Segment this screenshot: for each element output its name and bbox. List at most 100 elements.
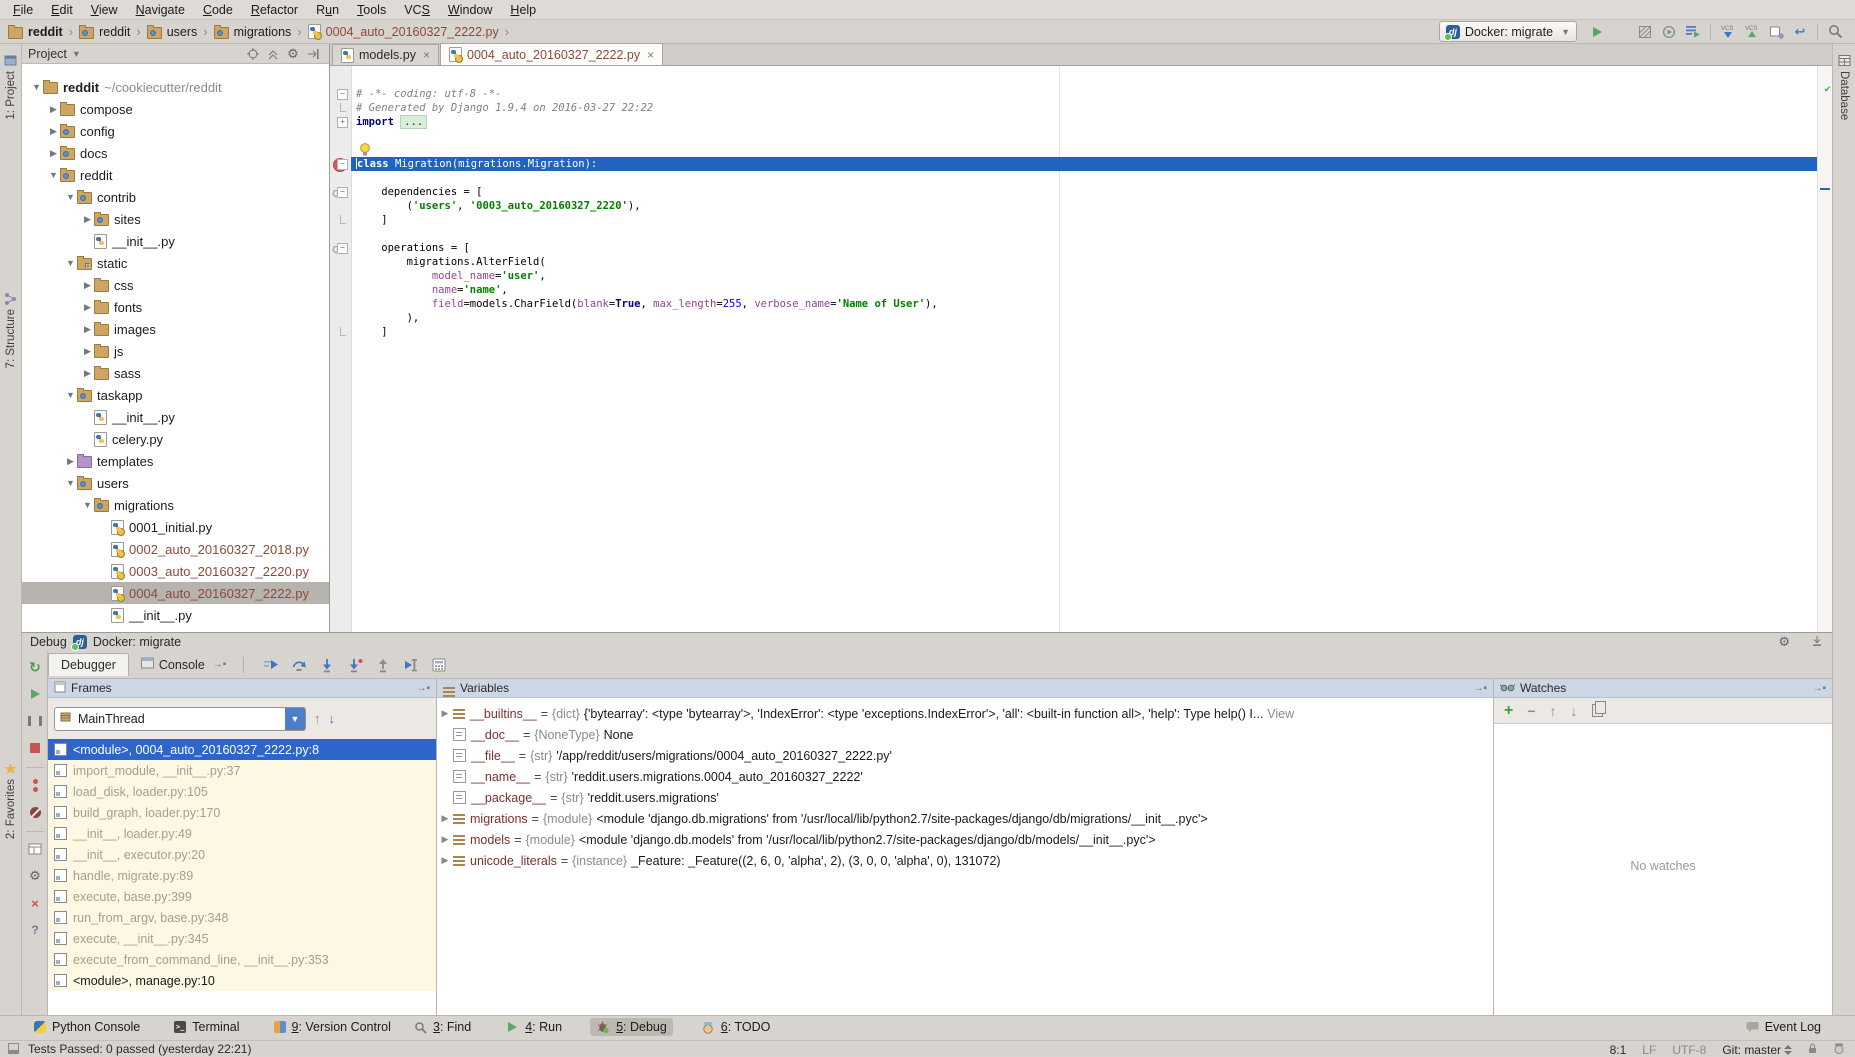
status-message[interactable]: Tests Passed: 0 passed (yesterday 22:21) <box>28 1042 251 1056</box>
variable-row[interactable]: ▶unicode_literals={instance}_Feature: _F… <box>437 850 1493 871</box>
run-button[interactable] <box>1585 21 1609 43</box>
chevron-down-icon[interactable]: ▼ <box>47 170 60 180</box>
pause-button[interactable] <box>22 709 48 733</box>
chevron-right-icon[interactable]: ▶ <box>47 104 60 115</box>
gutter-cell[interactable] <box>330 213 351 227</box>
frame-row[interactable]: <module>, 0004_auto_20160327_2222.py:8 <box>48 739 436 760</box>
chevron-right-icon[interactable]: ▶ <box>64 456 77 467</box>
frame-row[interactable]: execute, base.py:399 <box>48 886 436 907</box>
tree-item[interactable]: __init__.py <box>22 604 329 626</box>
code-line[interactable]: ), <box>330 311 1818 325</box>
breadcrumb-item[interactable]: migrations <box>214 25 292 39</box>
gutter-cell[interactable]: − <box>330 157 351 171</box>
frame-row[interactable]: __init__, executor.py:20 <box>48 844 436 865</box>
next-frame-button[interactable]: ↓ <box>329 711 336 726</box>
gutter-cell[interactable] <box>330 255 351 269</box>
rerun-button[interactable]: ↻ <box>22 655 48 679</box>
tree-item[interactable]: 0002_auto_20160327_2018.py <box>22 538 329 560</box>
tree-item[interactable]: 0003_auto_20160327_2220.py <box>22 560 329 582</box>
close-icon[interactable]: × <box>647 48 654 62</box>
float-icon[interactable]: →▪ <box>1812 683 1826 694</box>
run-task-button[interactable] <box>1681 21 1705 43</box>
tool-window-bar-event-log[interactable]: Event Log <box>1740 1018 1827 1036</box>
fold-minus-icon[interactable]: − <box>337 159 348 170</box>
step-over-button[interactable] <box>287 654 311 676</box>
step-into-button[interactable] <box>315 654 339 676</box>
tree-item[interactable]: ▼contrib <box>22 186 329 208</box>
float-icon[interactable]: →▪ <box>1473 683 1487 694</box>
tool-window-bar-5-debug[interactable]: 5: Debug <box>590 1018 673 1036</box>
frame-row[interactable]: <module>, manage.py:10 <box>48 970 436 991</box>
menu-run[interactable]: Run <box>307 2 348 18</box>
frame-row[interactable]: import_module, __init__.py:37 <box>48 760 436 781</box>
tree-item[interactable]: __init__.py <box>22 230 329 252</box>
gutter-cell[interactable] <box>330 311 351 325</box>
hide-panel-button[interactable] <box>303 47 323 61</box>
editor-tab[interactable]: models.py× <box>332 44 439 65</box>
menu-tools[interactable]: Tools <box>348 2 395 18</box>
move-watch-up-button[interactable]: ↑ <box>1550 703 1557 719</box>
run-to-cursor-button[interactable] <box>399 654 423 676</box>
code-line[interactable] <box>330 171 1818 185</box>
fold-plus-icon[interactable]: + <box>337 117 348 128</box>
frame-row[interactable]: __init__, loader.py:49 <box>48 823 436 844</box>
tree-item[interactable]: 0004_auto_20160327_2222.py <box>22 582 329 604</box>
frame-row[interactable]: execute_from_command_line, __init__.py:3… <box>48 949 436 970</box>
variable-row[interactable]: ▶migrations={module}<module 'django.db.m… <box>437 808 1493 829</box>
tree-item[interactable]: __init__.py <box>22 406 329 428</box>
project-panel-title[interactable]: Project <box>28 47 67 61</box>
move-watch-down-button[interactable]: ↓ <box>1571 703 1578 719</box>
tree-item[interactable]: ▼users <box>22 472 329 494</box>
expand-arrow-icon[interactable]: ▶ <box>437 708 453 719</box>
tool-window-button-database[interactable]: Database <box>1833 54 1855 120</box>
code-line[interactable]: field=models.CharField(blank=True, max_l… <box>330 297 1818 311</box>
previous-frame-button[interactable]: ↑ <box>314 711 321 726</box>
float-icon[interactable]: →▪ <box>416 683 430 694</box>
toggle-tool-windows-icon[interactable] <box>8 1043 19 1057</box>
gutter-cell[interactable] <box>330 269 351 283</box>
menu-vcs[interactable]: VCS <box>395 2 439 18</box>
run-configuration-select[interactable]: dj Docker: migrate ▼ <box>1439 21 1577 42</box>
chevron-right-icon[interactable]: ▶ <box>81 346 94 357</box>
settings-button[interactable]: ⚙ <box>22 864 48 888</box>
variable-row[interactable]: __name__={str}'reddit.users.migrations.0… <box>437 766 1493 787</box>
breadcrumb-item[interactable]: reddit <box>8 25 63 39</box>
gutter-cell[interactable] <box>330 101 351 115</box>
gutter-cell[interactable]: − <box>330 185 351 199</box>
code-line[interactable]: ('users', '0003_auto_20160327_2220'), <box>330 199 1818 213</box>
tool-window-bar-3-find[interactable]: 3: Find <box>408 1018 477 1036</box>
stop-button[interactable] <box>22 736 48 760</box>
chevron-down-icon[interactable]: ▼ <box>81 500 94 510</box>
tool-window-bar-terminal[interactable]: >_Terminal <box>168 1018 245 1036</box>
tool-window-button-structure[interactable]: 7: Structure <box>0 292 21 368</box>
code-line[interactable] <box>330 227 1818 241</box>
step-out-button[interactable] <box>371 654 395 676</box>
resume-button[interactable] <box>22 682 48 706</box>
mute-breakpoints-button[interactable] <box>22 800 48 824</box>
collapse-all-button[interactable] <box>263 47 283 61</box>
frame-row[interactable]: load_disk, loader.py:105 <box>48 781 436 802</box>
tree-item[interactable]: ▼taskapp <box>22 384 329 406</box>
gutter-cell[interactable] <box>330 171 351 185</box>
locate-file-button[interactable] <box>243 47 263 61</box>
tool-window-button-project[interactable]: 1: Project <box>0 54 21 120</box>
add-watch-button[interactable]: + <box>1504 702 1513 720</box>
gutter-cell[interactable] <box>330 325 351 339</box>
line-separator-indicator[interactable]: LF <box>1642 1043 1656 1057</box>
fold-minus-icon[interactable]: − <box>337 89 348 100</box>
variable-row[interactable]: ▶__builtins__={dict}{'bytearray': <type … <box>437 703 1493 724</box>
caret-position[interactable]: 8:1 <box>1610 1043 1627 1057</box>
chevron-right-icon[interactable]: ▶ <box>81 214 94 225</box>
code-line[interactable]: −# -*- coding: utf-8 -*- <box>330 87 1818 101</box>
inspector-hector-icon[interactable] <box>1833 1042 1845 1057</box>
restore-layout-button[interactable] <box>22 837 48 861</box>
expand-arrow-icon[interactable]: ▶ <box>437 813 453 824</box>
debug-button[interactable] <box>1609 21 1633 43</box>
code-line[interactable]: +import ... <box>330 115 1818 129</box>
code-area[interactable]: −# -*- coding: utf-8 -*-# Generated by D… <box>330 66 1832 632</box>
vcs-push-button[interactable]: VCS <box>1740 21 1764 43</box>
chevron-down-icon[interactable]: ▼ <box>285 708 305 730</box>
evaluate-expression-button[interactable] <box>427 654 451 676</box>
tree-item[interactable]: ▶docs <box>22 142 329 164</box>
gutter-cell[interactable] <box>330 143 351 157</box>
